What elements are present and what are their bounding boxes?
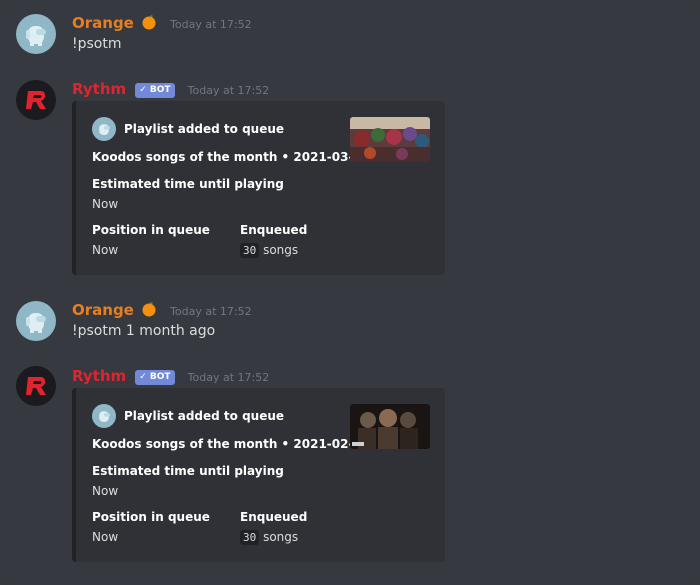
message-text: !psotm: [72, 36, 122, 52]
field-name-enqueued: Enqueued: [240, 223, 308, 237]
among-us-crewmate-icon: [92, 404, 116, 428]
embed-title: Koodos songs of the month • 2021-03-12: [92, 150, 371, 164]
chat-panel: Orange Today at 17:52 !psotm Rythm ✓ BOT…: [0, 0, 700, 585]
rythm-logo-icon: [26, 91, 46, 109]
orange-fruit-icon: [141, 301, 157, 321]
message-header: Orange Today at 17:52: [72, 13, 252, 34]
username[interactable]: Orange: [72, 301, 134, 319]
field-value-position: Now: [92, 530, 119, 544]
timestamp: Today at 17:52: [170, 305, 252, 318]
message-text: !psotm 1 month ago: [72, 323, 216, 339]
field-value-estimated: Now: [92, 197, 119, 211]
field-value-position: Now: [92, 243, 119, 257]
user-avatar-rythm[interactable]: [16, 80, 56, 120]
enqueued-unit: songs: [263, 530, 299, 544]
user-avatar-rythm[interactable]: [16, 366, 56, 406]
embed-author-name: Playlist added to queue: [124, 122, 285, 136]
field-name-estimated: Estimated time until playing: [92, 464, 284, 478]
orange-fruit-icon: [141, 14, 157, 34]
message-header: Rythm ✓ BOT Today at 17:52: [72, 79, 269, 98]
enqueued-count: 30: [240, 530, 260, 545]
embed-author-name: Playlist added to queue: [124, 409, 285, 423]
among-us-crewmate-icon: [26, 26, 46, 46]
embed-thumbnail[interactable]: [350, 404, 430, 449]
rythm-logo-icon: [26, 377, 46, 395]
embed: Playlist added to queue Koodos songs of …: [72, 101, 445, 275]
album-art-image: [350, 404, 430, 449]
field-value-enqueued: 30 songs: [240, 243, 299, 258]
embed-author: Playlist added to queue: [92, 117, 284, 141]
username[interactable]: Orange: [72, 14, 134, 32]
timestamp: Today at 17:52: [187, 371, 270, 384]
among-us-crewmate-icon: [92, 117, 116, 141]
username[interactable]: Rythm: [72, 80, 126, 98]
user-avatar-orange[interactable]: [16, 301, 56, 341]
message-header: Rythm ✓ BOT Today at 17:52: [72, 366, 269, 385]
bot-badge: ✓ BOT: [135, 370, 175, 385]
user-avatar-orange[interactable]: [16, 14, 56, 54]
field-name-estimated: Estimated time until playing: [92, 177, 284, 191]
timestamp: Today at 17:52: [170, 18, 252, 31]
enqueued-count: 30: [240, 243, 260, 258]
album-art-image: [350, 117, 430, 162]
field-name-enqueued: Enqueued: [240, 510, 308, 524]
embed: Playlist added to queue Koodos songs of …: [72, 388, 445, 562]
username[interactable]: Rythm: [72, 367, 126, 385]
field-value-estimated: Now: [92, 484, 119, 498]
embed-thumbnail[interactable]: [350, 117, 430, 162]
field-value-enqueued: 30 songs: [240, 530, 299, 545]
embed-title: Koodos songs of the month • 2021-02-13: [92, 437, 371, 451]
field-name-position: Position in queue: [92, 510, 210, 524]
field-name-position: Position in queue: [92, 223, 210, 237]
bot-badge: ✓ BOT: [135, 83, 175, 98]
enqueued-unit: songs: [263, 243, 299, 257]
message-header: Orange Today at 17:52: [72, 300, 252, 321]
embed-author: Playlist added to queue: [92, 404, 284, 428]
among-us-crewmate-icon: [26, 313, 46, 333]
timestamp: Today at 17:52: [187, 84, 270, 97]
